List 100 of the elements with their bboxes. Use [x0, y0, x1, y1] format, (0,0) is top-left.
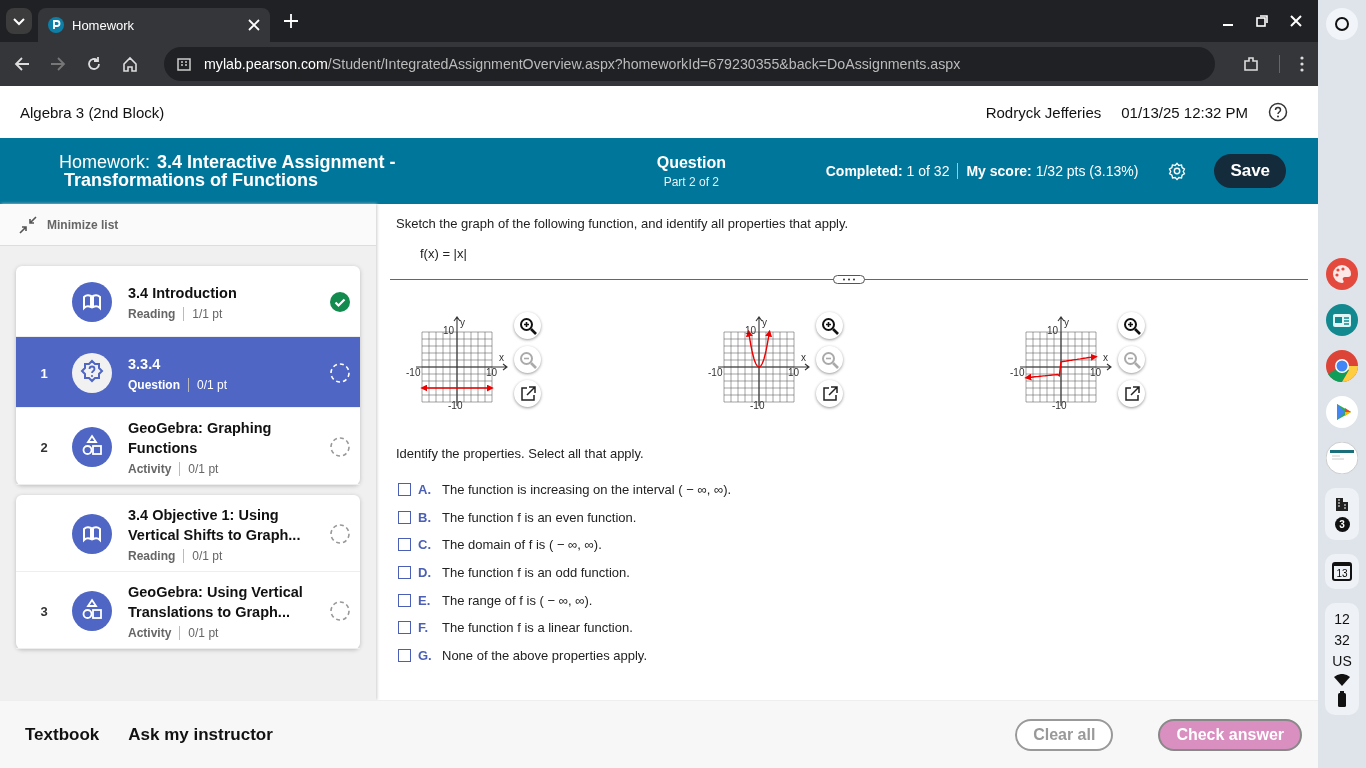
- checkbox[interactable]: [398, 566, 411, 580]
- clock-hour: 12: [1334, 611, 1350, 627]
- browser-app-icon[interactable]: [1326, 350, 1358, 382]
- zoom-out-icon: [1122, 350, 1141, 369]
- building-icon[interactable]: [1334, 496, 1350, 512]
- tick-label: -10: [1052, 400, 1067, 410]
- wifi-icon: [1334, 674, 1350, 686]
- close-icon[interactable]: [1290, 15, 1302, 27]
- footer-link[interactable]: Ask my instructor: [128, 724, 273, 745]
- close-icon[interactable]: [248, 19, 260, 31]
- play-store-icon[interactable]: [1326, 396, 1358, 428]
- option-letter: C.: [418, 537, 432, 553]
- item-points: 0/1 pt: [196, 378, 228, 392]
- browser-tab[interactable]: Homework: [38, 8, 270, 42]
- option-letter: E.: [418, 592, 432, 608]
- option-text: The domain of f is ( − ∞, ∞).: [442, 537, 602, 553]
- checkbox[interactable]: [398, 648, 411, 662]
- book-icon: [72, 514, 112, 554]
- item-title: 3.4 Objective 1: Using Vertical Shifts to Graph...: [128, 506, 302, 545]
- restore-icon[interactable]: [1256, 15, 1268, 27]
- launcher-button[interactable]: [1326, 8, 1358, 40]
- minimize-list-button[interactable]: Minimize list: [0, 204, 376, 246]
- zoom-in-button[interactable]: [514, 312, 541, 339]
- option-text: The function is increasing on the interval ( − ∞, ∞).: [442, 482, 732, 498]
- new-tab-icon[interactable]: [284, 14, 298, 28]
- item-number: 1: [39, 365, 49, 381]
- palette-app-icon[interactable]: [1326, 258, 1358, 290]
- address-bar[interactable]: mylab.pearson.com/Student/IntegratedAssignmentOverview.aspx?homeworkId=679230355&back=DoAssignments.aspx: [164, 47, 1215, 81]
- minimize-icon: [19, 215, 37, 234]
- assignment-title: Homework: 3.4 Interactive Assignment -: [59, 153, 397, 171]
- checkbox[interactable]: [398, 593, 411, 607]
- back-icon[interactable]: [14, 56, 30, 72]
- tick-label: 10: [486, 367, 498, 378]
- checkbox[interactable]: [398, 483, 411, 497]
- item-title: GeoGebra: Graphing Functions: [128, 419, 273, 458]
- reload-icon[interactable]: [86, 56, 102, 72]
- question-badge-icon: [72, 353, 112, 393]
- checkbox[interactable]: [398, 538, 411, 552]
- question-label: Question: [655, 153, 728, 172]
- input-method[interactable]: US: [1332, 653, 1352, 669]
- item-type: Activity: [128, 626, 181, 640]
- extensions-icon[interactable]: [1243, 56, 1259, 72]
- instruction-text: Identify the properties. Select all that apply.: [396, 446, 645, 461]
- calendar-button[interactable]: 13: [1332, 562, 1352, 581]
- item-points: 0/1 pt: [187, 462, 219, 476]
- card-app-icon[interactable]: [1326, 304, 1358, 336]
- zoom-out-icon: [518, 350, 537, 369]
- window-thumbnail-icon[interactable]: [1326, 442, 1358, 474]
- checkbox[interactable]: [398, 510, 411, 524]
- zoom-in-icon: [820, 316, 839, 335]
- tick-label: 10: [1046, 325, 1058, 336]
- completed-count: Completed: 1 of 32: [825, 163, 950, 179]
- open-graph-button[interactable]: [816, 380, 843, 407]
- score-text: My score: 1/32 pts (3.13%): [957, 163, 1139, 179]
- function-text: f(x) = |x|: [420, 246, 468, 261]
- home-icon[interactable]: [122, 56, 138, 72]
- option-letter: B.: [418, 509, 432, 525]
- axis-label: x: [1103, 352, 1108, 363]
- option-letter: G.: [418, 647, 433, 663]
- item-number: 3: [39, 603, 49, 619]
- item-title: GeoGebra: Using Vertical Translations to Graph...: [128, 583, 304, 622]
- date-time: 01/13/25 12:32 PM: [1121, 103, 1248, 121]
- assignment-item[interactable]: 2 GeoGebra: Graphing Functions Activity 0/1 pt: [16, 408, 360, 485]
- axis-label: y: [460, 317, 465, 328]
- tick-label: -10: [708, 367, 723, 378]
- axis-label: x: [801, 352, 806, 363]
- user-name: Rodryck Jefferies: [985, 103, 1102, 121]
- external-link-icon: [519, 385, 536, 402]
- assignment-item[interactable]: 1 3.3.4 Question 0/1 pt: [16, 337, 360, 408]
- assignment-item[interactable]: 3 GeoGebra: Using Vertical Translations to Graph... Activity 0/1 pt: [16, 572, 360, 649]
- checkbox[interactable]: [398, 621, 411, 635]
- zoom-in-button[interactable]: [1118, 312, 1145, 339]
- tick-label: -10: [1010, 367, 1025, 378]
- resize-handle-icon[interactable]: [833, 275, 865, 284]
- option-letter: A.: [418, 482, 432, 498]
- assignment-item[interactable]: 3.4 Objective 1: Using Vertical Shifts to Graph... Reading 0/1 pt: [16, 495, 360, 572]
- settings-icon[interactable]: [1168, 161, 1187, 181]
- tick-label: 10: [788, 367, 800, 378]
- help-icon[interactable]: [1268, 102, 1288, 122]
- tick-label: 10: [1090, 367, 1102, 378]
- notification-count: 3: [1334, 517, 1350, 532]
- option-letter: D.: [418, 565, 432, 581]
- more-icon[interactable]: [1300, 56, 1304, 72]
- tab-list-button[interactable]: [6, 8, 32, 34]
- item-type: Question: [128, 378, 189, 392]
- site-info-icon[interactable]: [176, 56, 192, 72]
- item-points: 1/1 pt: [191, 307, 223, 321]
- save-button[interactable]: Save: [1214, 154, 1286, 188]
- zoom-in-icon: [1122, 316, 1141, 335]
- option-text: The function f is an odd function.: [442, 565, 630, 581]
- book-icon: [72, 282, 112, 322]
- open-graph-button[interactable]: [1118, 380, 1145, 407]
- battery-icon: [1337, 691, 1347, 707]
- forward-icon[interactable]: [50, 56, 66, 72]
- shapes-icon: [72, 427, 112, 467]
- open-graph-button[interactable]: [514, 380, 541, 407]
- part-label: Part 2 of 2: [662, 174, 721, 189]
- footer-link[interactable]: Textbook: [25, 724, 100, 745]
- zoom-in-button[interactable]: [816, 312, 843, 339]
- item-number: 2: [39, 439, 49, 455]
